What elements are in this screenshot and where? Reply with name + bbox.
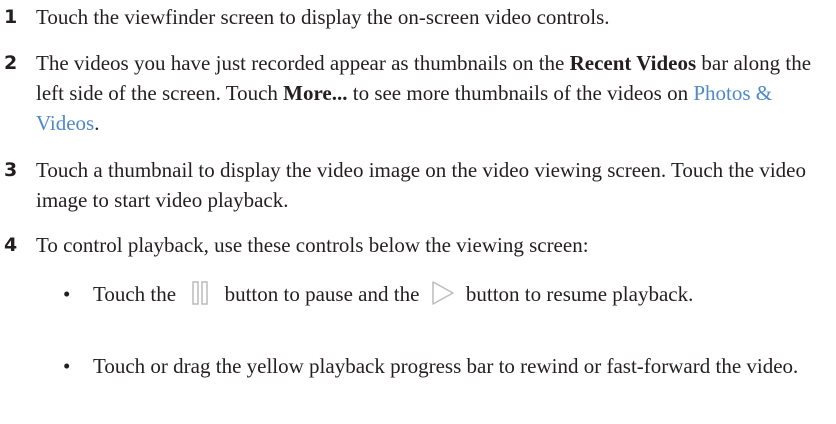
step-text-part: to see more thumbnails of the videos on [347, 81, 694, 105]
step-text: Touch a thumbnail to display the video i… [36, 158, 806, 212]
bullet-marker: • [63, 354, 71, 378]
step-text-part: The videos you have just recorded appear… [36, 51, 570, 75]
pause-icon [187, 281, 213, 313]
bullet-text-part: button to resume playback. [460, 282, 694, 306]
step-number: 2 [4, 52, 18, 74]
step-text: The videos you have just recorded appear… [36, 48, 816, 138]
step-text-part: . [94, 111, 100, 135]
step-number: 3 [4, 159, 18, 181]
bullet-marker: • [63, 282, 71, 306]
bullet-text-part: button to pause and the [219, 282, 425, 306]
step-text: Touch the viewfinder screen to display t… [36, 5, 610, 29]
recent-videos-label: Recent Videos [569, 51, 697, 75]
step-number: 4 [4, 234, 18, 256]
bullet-text: Touch or drag the yellow playback progre… [93, 354, 799, 378]
play-icon [431, 281, 455, 313]
more-label: More... [283, 81, 348, 105]
step-text: To control playback, use these controls … [36, 233, 589, 257]
instruction-document: 1 Touch the viewfinder screen to display… [0, 0, 836, 424]
step-number: 1 [4, 6, 18, 28]
bullet-text: Touch the button to pause and the button… [93, 279, 823, 313]
bullet-text-part: Touch the [93, 282, 182, 306]
